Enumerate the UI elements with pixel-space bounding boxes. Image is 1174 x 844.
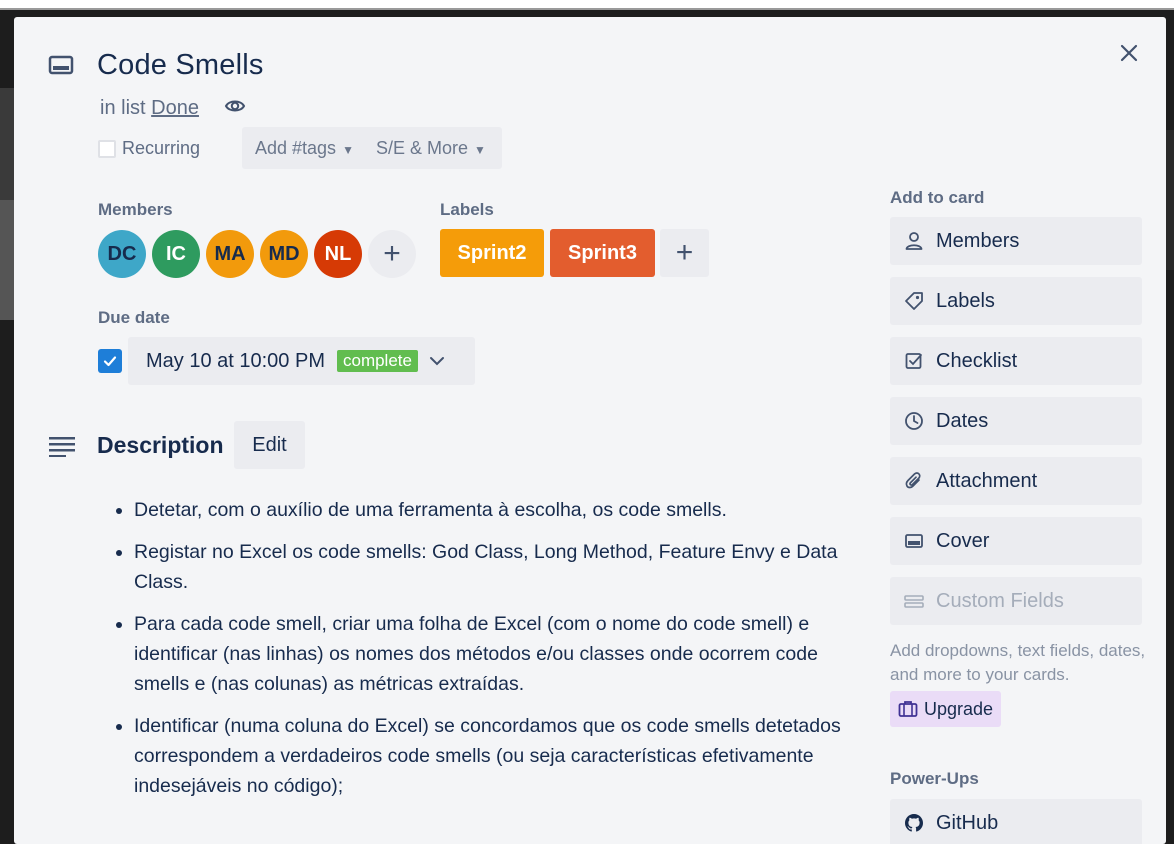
recurring-option[interactable]: Recurring: [98, 138, 200, 159]
member-avatar[interactable]: IC: [152, 230, 200, 278]
cover-icon: [905, 534, 923, 548]
briefcase-icon: [898, 701, 918, 717]
in-list-prefix: in list: [100, 97, 146, 119]
add-label-button[interactable]: +: [660, 229, 709, 277]
member-avatar[interactable]: DC: [98, 230, 146, 278]
sidebar-labels-button[interactable]: Labels: [890, 277, 1142, 325]
custom-fields-icon: [904, 595, 924, 608]
label-chip[interactable]: Sprint3: [550, 229, 655, 277]
sidebar-button-label: Cover: [936, 529, 990, 552]
description-list[interactable]: Detetar, com o auxílio de uma ferramenta…: [114, 495, 854, 813]
sidebar-button-label: Custom Fields: [936, 589, 1064, 612]
list-item: Registar no Excel os code smells: God Cl…: [134, 537, 854, 597]
card-title[interactable]: Code Smells: [97, 49, 264, 82]
member-avatar[interactable]: MA: [206, 230, 254, 278]
edit-description-button[interactable]: Edit: [234, 421, 305, 469]
card-list-info: in list Done: [100, 97, 199, 120]
card-detail-modal: Code Smells in list Done Recurring Add #…: [14, 17, 1166, 844]
member-avatar[interactable]: NL: [314, 230, 362, 278]
github-icon: [905, 814, 923, 832]
board-list-strip: [0, 200, 14, 320]
caret-down-icon: ▼: [342, 142, 354, 157]
board-background-left: [0, 88, 14, 320]
custom-fields-help-text: Add dropdowns, text fields, dates, and m…: [890, 641, 1146, 684]
checklist-icon: [905, 353, 922, 369]
member-avatar[interactable]: MD: [260, 230, 308, 278]
close-icon[interactable]: [1117, 41, 1141, 65]
sidebar-button-label: Checklist: [936, 349, 1018, 372]
upgrade-button[interactable]: Upgrade: [890, 691, 1002, 727]
list-link[interactable]: Done: [151, 97, 199, 119]
status-badge: complete: [336, 350, 418, 372]
browser-top-divider: [0, 8, 1174, 10]
se-more-label: S/E & More: [375, 137, 468, 158]
sidebar-button-label: Labels: [936, 289, 995, 312]
sidebar-button-label: Dates: [936, 409, 989, 432]
person-icon: [905, 232, 923, 250]
add-to-card-heading: Add to card: [890, 188, 985, 207]
sidebar-checklist-button[interactable]: Checklist: [890, 337, 1142, 385]
power-ups-heading: Power-Ups: [890, 769, 979, 788]
tags-toolbar: Add #tags ▼ S/E & More ▼: [242, 127, 502, 169]
recurring-label: Recurring: [122, 138, 201, 158]
sidebar-cover-button[interactable]: Cover: [890, 517, 1142, 565]
due-date-heading: Due date: [98, 308, 170, 327]
sidebar-dates-button[interactable]: Dates: [890, 397, 1142, 445]
sidebar-custom-fields-button[interactable]: Custom Fields: [890, 577, 1142, 625]
card-icon: [48, 55, 74, 75]
chevron-down-icon: [429, 357, 444, 366]
check-icon: [103, 356, 117, 367]
members-heading: Members: [98, 200, 173, 219]
caret-down-icon: ▼: [473, 142, 486, 157]
sidebar-members-button[interactable]: Members: [890, 217, 1142, 265]
sidebar-github-button[interactable]: GitHub: [890, 799, 1142, 844]
add-member-button[interactable]: +: [368, 230, 416, 278]
labels-heading: Labels: [440, 200, 494, 219]
add-tags-dropdown[interactable]: Add #tags ▼: [255, 138, 354, 159]
sidebar-button-label: Attachment: [936, 469, 1038, 492]
recurring-checkbox[interactable]: [98, 139, 116, 158]
upgrade-label: Upgrade: [924, 698, 994, 719]
list-item: Para cada code smell, criar uma folha de…: [134, 609, 854, 699]
due-date-value: May 10 at 10:00 PM: [146, 349, 325, 372]
due-date-button[interactable]: May 10 at 10:00 PM complete: [128, 337, 475, 385]
se-more-dropdown[interactable]: S/E & More ▼: [376, 138, 486, 159]
description-heading: Description: [97, 432, 224, 458]
list-item: Identificar (numa coluna do Excel) se co…: [134, 711, 854, 801]
clock-icon: [905, 412, 923, 430]
paperclip-icon: [905, 472, 921, 489]
browser-top-strip: [0, 0, 1174, 8]
tag-icon: [905, 292, 923, 310]
sidebar-attachment-button[interactable]: Attachment: [890, 457, 1142, 505]
sidebar-button-label: GitHub: [936, 811, 999, 834]
label-chip[interactable]: Sprint2: [440, 229, 544, 277]
add-tags-label: Add #tags: [255, 137, 337, 158]
eye-icon[interactable]: [224, 96, 246, 116]
description-icon: [49, 437, 75, 457]
due-complete-checkbox[interactable]: [98, 349, 122, 373]
sidebar-button-label: Members: [936, 229, 1020, 252]
list-item: Detetar, com o auxílio de uma ferramenta…: [134, 495, 854, 525]
board-background-right: [1166, 130, 1174, 270]
